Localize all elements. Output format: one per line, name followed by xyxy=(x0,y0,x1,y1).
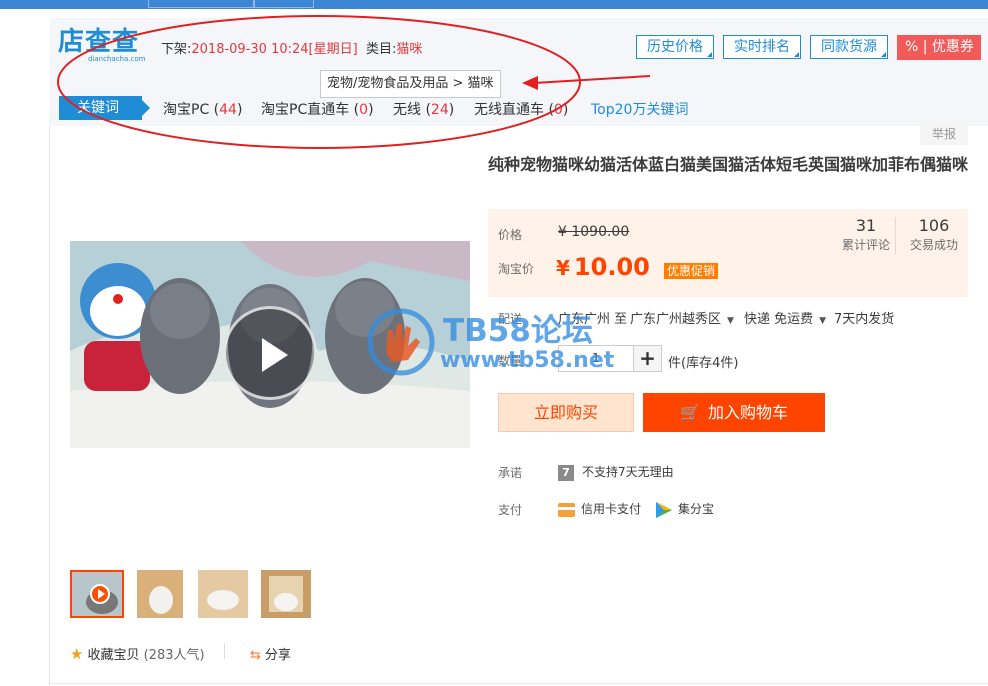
promise-label: 承诺 xyxy=(498,466,523,480)
chevron-down-icon: ▼ xyxy=(819,316,827,326)
thumbnail-video[interactable] xyxy=(70,570,124,618)
sale-price: ¥10.00 xyxy=(556,253,650,281)
star-icon: ★ xyxy=(70,645,84,663)
corner-icon xyxy=(794,52,799,57)
watermark-logo-icon xyxy=(367,308,435,376)
thumbnail-image xyxy=(261,570,311,618)
ship-method-select[interactable]: 快递 免运费 ▼ xyxy=(744,308,826,327)
content-border xyxy=(49,126,50,686)
same-source-button[interactable]: 同款货源 xyxy=(810,35,888,59)
cart-icon: 🛒 xyxy=(680,403,700,422)
jifenbao-icon xyxy=(656,501,672,518)
history-price-button[interactable]: 历史价格 xyxy=(636,35,714,59)
corner-icon xyxy=(881,52,886,57)
original-price: ¥ 1090.00 xyxy=(558,224,630,240)
ship-to-value: 广东广州越秀区 xyxy=(630,312,722,327)
stock-info: 件(库存4件) xyxy=(668,356,739,371)
sales-label: 交易成功 xyxy=(909,238,958,252)
sales-stat: 106 交易成功 xyxy=(904,216,964,254)
bottom-divider xyxy=(50,683,988,684)
realtime-rank-label: 实时排名 xyxy=(734,39,790,55)
quantity-plus-button[interactable]: + xyxy=(634,345,662,372)
video-play-icon[interactable] xyxy=(223,306,317,400)
annotation-oval xyxy=(57,15,581,149)
credit-card-icon xyxy=(558,502,575,517)
share-icon: ⇆ xyxy=(250,648,261,663)
ship-time: 7天内发货 xyxy=(834,312,895,327)
product-title: 纯种宠物猫咪幼猫活体蓝白猫美国猫活体短毛英国猫咪加菲布偶猫咪 xyxy=(488,155,969,174)
realtime-rank-button[interactable]: 实时排名 xyxy=(723,35,801,59)
promise-item[interactable]: 7 不支持7天无理由 xyxy=(558,463,674,481)
divider xyxy=(224,643,225,659)
favorite-label: 收藏宝贝 xyxy=(87,648,140,663)
thumbnail-play-icon xyxy=(90,584,110,604)
sales-count: 106 xyxy=(918,216,950,235)
stat-divider xyxy=(895,217,896,255)
promise-value: 不支持7天无理由 xyxy=(582,465,674,479)
price-label: 价格 xyxy=(498,228,523,242)
seven-day-icon: 7 xyxy=(558,464,574,481)
thumbnail-image-2[interactable] xyxy=(137,570,183,618)
add-to-cart-button[interactable]: 🛒 加入购物车 xyxy=(643,393,825,432)
corner-icon xyxy=(707,52,712,57)
same-source-label: 同款货源 xyxy=(821,39,877,55)
thumbnail-image xyxy=(137,570,183,618)
annotation-arrow-icon xyxy=(522,75,651,90)
browser-tab[interactable] xyxy=(254,0,314,8)
payment-method-label: 集分宝 xyxy=(678,502,715,516)
reviews-label: 累计评论 xyxy=(841,238,890,252)
payment-label: 支付 xyxy=(498,503,523,517)
reviews-count: 31 xyxy=(855,216,877,235)
currency-symbol: ¥ xyxy=(556,256,570,280)
ship-method-value: 快递 免运费 xyxy=(744,312,814,327)
share-button[interactable]: ⇆ 分享 xyxy=(250,644,291,663)
buy-now-button[interactable]: 立即购买 xyxy=(498,393,634,432)
chevron-down-icon: ▼ xyxy=(727,316,734,326)
coupon-button[interactable]: % | 优惠券 xyxy=(897,35,981,60)
sale-price-value: 10.00 xyxy=(573,253,650,281)
watermark-url: www.tb58.net xyxy=(440,348,615,373)
payment-method-label: 信用卡支付 xyxy=(581,502,642,516)
browser-top-bar xyxy=(0,0,988,9)
promo-badge[interactable]: 优惠促销 xyxy=(664,263,719,279)
thumbnail-image-4[interactable] xyxy=(261,570,311,618)
reviews-stat[interactable]: 31 累计评论 xyxy=(838,216,894,254)
share-label: 分享 xyxy=(264,648,291,663)
taobao-price-label: 淘宝价 xyxy=(498,262,535,276)
browser-tab[interactable] xyxy=(148,0,254,8)
thumbnail-image xyxy=(198,570,248,618)
favorite-button[interactable]: ★ 收藏宝贝 (283人气) xyxy=(70,644,205,663)
watermark-title: TB58论坛 xyxy=(443,313,593,349)
payment-jifenbao[interactable]: 集分宝 xyxy=(656,500,714,518)
add-to-cart-label: 加入购物车 xyxy=(707,403,788,422)
payment-credit-card[interactable]: 信用卡支付 xyxy=(558,500,641,517)
thumbnail-image-3[interactable] xyxy=(198,570,248,618)
top-keywords-link[interactable]: Top20万关键词 xyxy=(591,99,688,119)
history-price-label: 历史价格 xyxy=(647,39,703,55)
ship-to-select[interactable]: 广东广州越秀区 ▼ xyxy=(630,308,734,327)
favorite-count: (283人气) xyxy=(143,648,205,663)
report-link[interactable]: 举报 xyxy=(920,123,968,145)
